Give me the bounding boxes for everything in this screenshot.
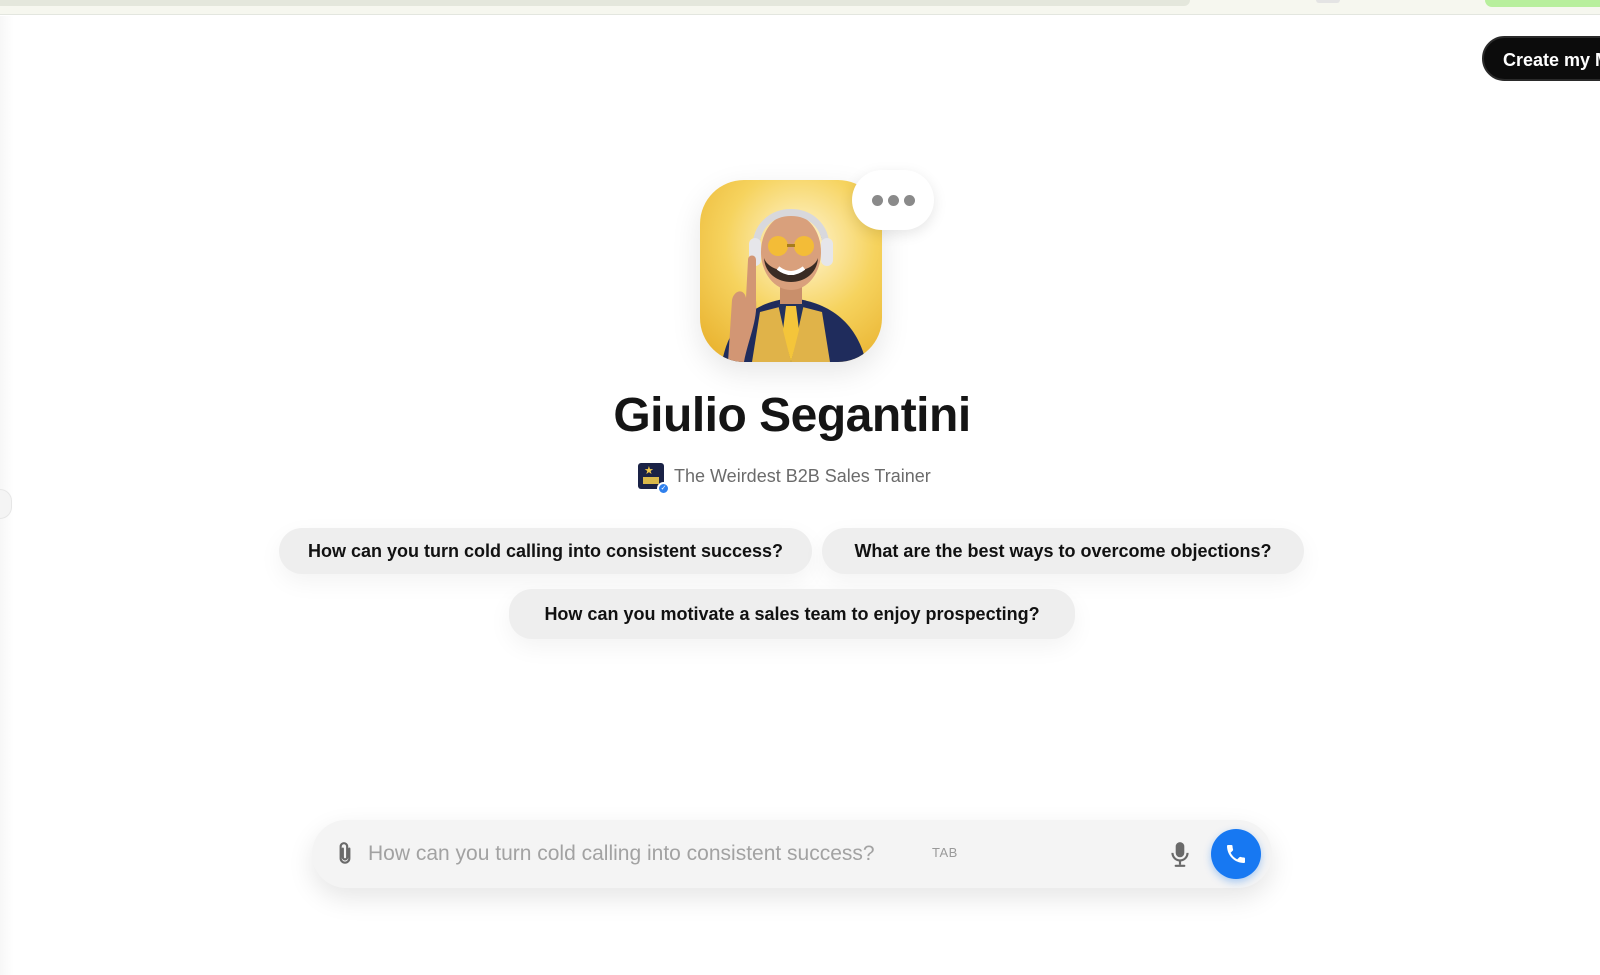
brand-logo-icon: ★ ✓ xyxy=(638,463,670,495)
verified-badge-icon: ✓ xyxy=(657,482,670,495)
typing-dot xyxy=(903,194,915,206)
progress-marker xyxy=(1316,0,1340,3)
typing-dot xyxy=(887,194,899,206)
star-icon: ★ xyxy=(644,465,654,477)
typing-dot xyxy=(871,194,883,206)
progress-track xyxy=(0,0,1190,6)
tab-hint: TAB xyxy=(932,845,958,860)
call-button[interactable] xyxy=(1211,829,1261,879)
top-progress-strip xyxy=(0,0,1600,15)
create-button[interactable]: Create my M xyxy=(1482,36,1600,81)
microphone-icon[interactable] xyxy=(1167,840,1193,868)
suggestion-chip[interactable]: What are the best ways to overcome objec… xyxy=(822,528,1304,574)
profile-tagline: The Weirdest B2B Sales Trainer xyxy=(674,465,931,486)
suggestion-chip[interactable]: How can you motivate a sales team to enj… xyxy=(509,589,1075,639)
typing-indicator xyxy=(852,170,934,230)
message-input[interactable] xyxy=(368,834,928,874)
message-composer: TAB xyxy=(312,820,1272,888)
progress-fill xyxy=(1485,0,1600,7)
phone-icon xyxy=(1227,845,1245,863)
paperclip-icon[interactable] xyxy=(332,841,358,867)
profile-name: Giulio Segantini xyxy=(613,389,971,442)
suggestion-chip[interactable]: How can you turn cold calling into consi… xyxy=(279,528,812,574)
profile-tagline-row: ★ ✓ The Weirdest B2B Sales Trainer xyxy=(638,459,931,495)
